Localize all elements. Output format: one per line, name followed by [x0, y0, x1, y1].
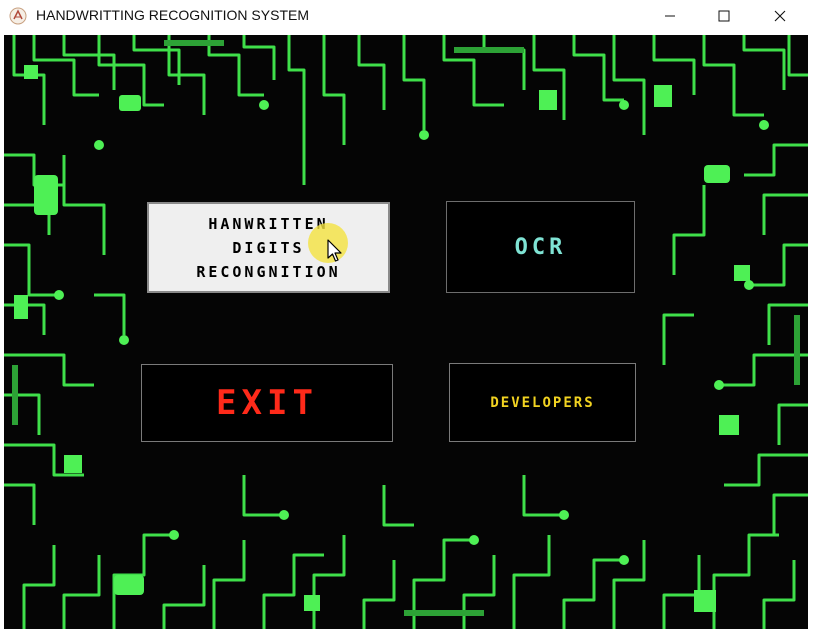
maximize-button[interactable] [701, 0, 747, 32]
circuit-board-background [4, 35, 808, 629]
maximize-icon [718, 10, 730, 22]
minimize-icon [665, 15, 675, 17]
close-icon [774, 10, 786, 22]
mouse-pointer-icon [327, 239, 342, 262]
app-logo-icon [9, 7, 27, 25]
developers-button[interactable]: DEVELOPERS [449, 363, 636, 442]
title-bar: HANDWRITTING RECOGNITION SYSTEM [0, 0, 813, 32]
ocr-button[interactable]: OCR [446, 201, 635, 293]
minimize-button[interactable] [647, 0, 693, 32]
close-button[interactable] [757, 0, 803, 32]
main-canvas: HANWRITTEN DIGITS RECONGNITION OCR EXIT … [4, 35, 808, 629]
exit-button[interactable]: EXIT [141, 364, 393, 442]
window-title: HANDWRITTING RECOGNITION SYSTEM [36, 7, 309, 23]
handwritten-digits-recognition-button[interactable]: HANWRITTEN DIGITS RECONGNITION [147, 202, 390, 293]
